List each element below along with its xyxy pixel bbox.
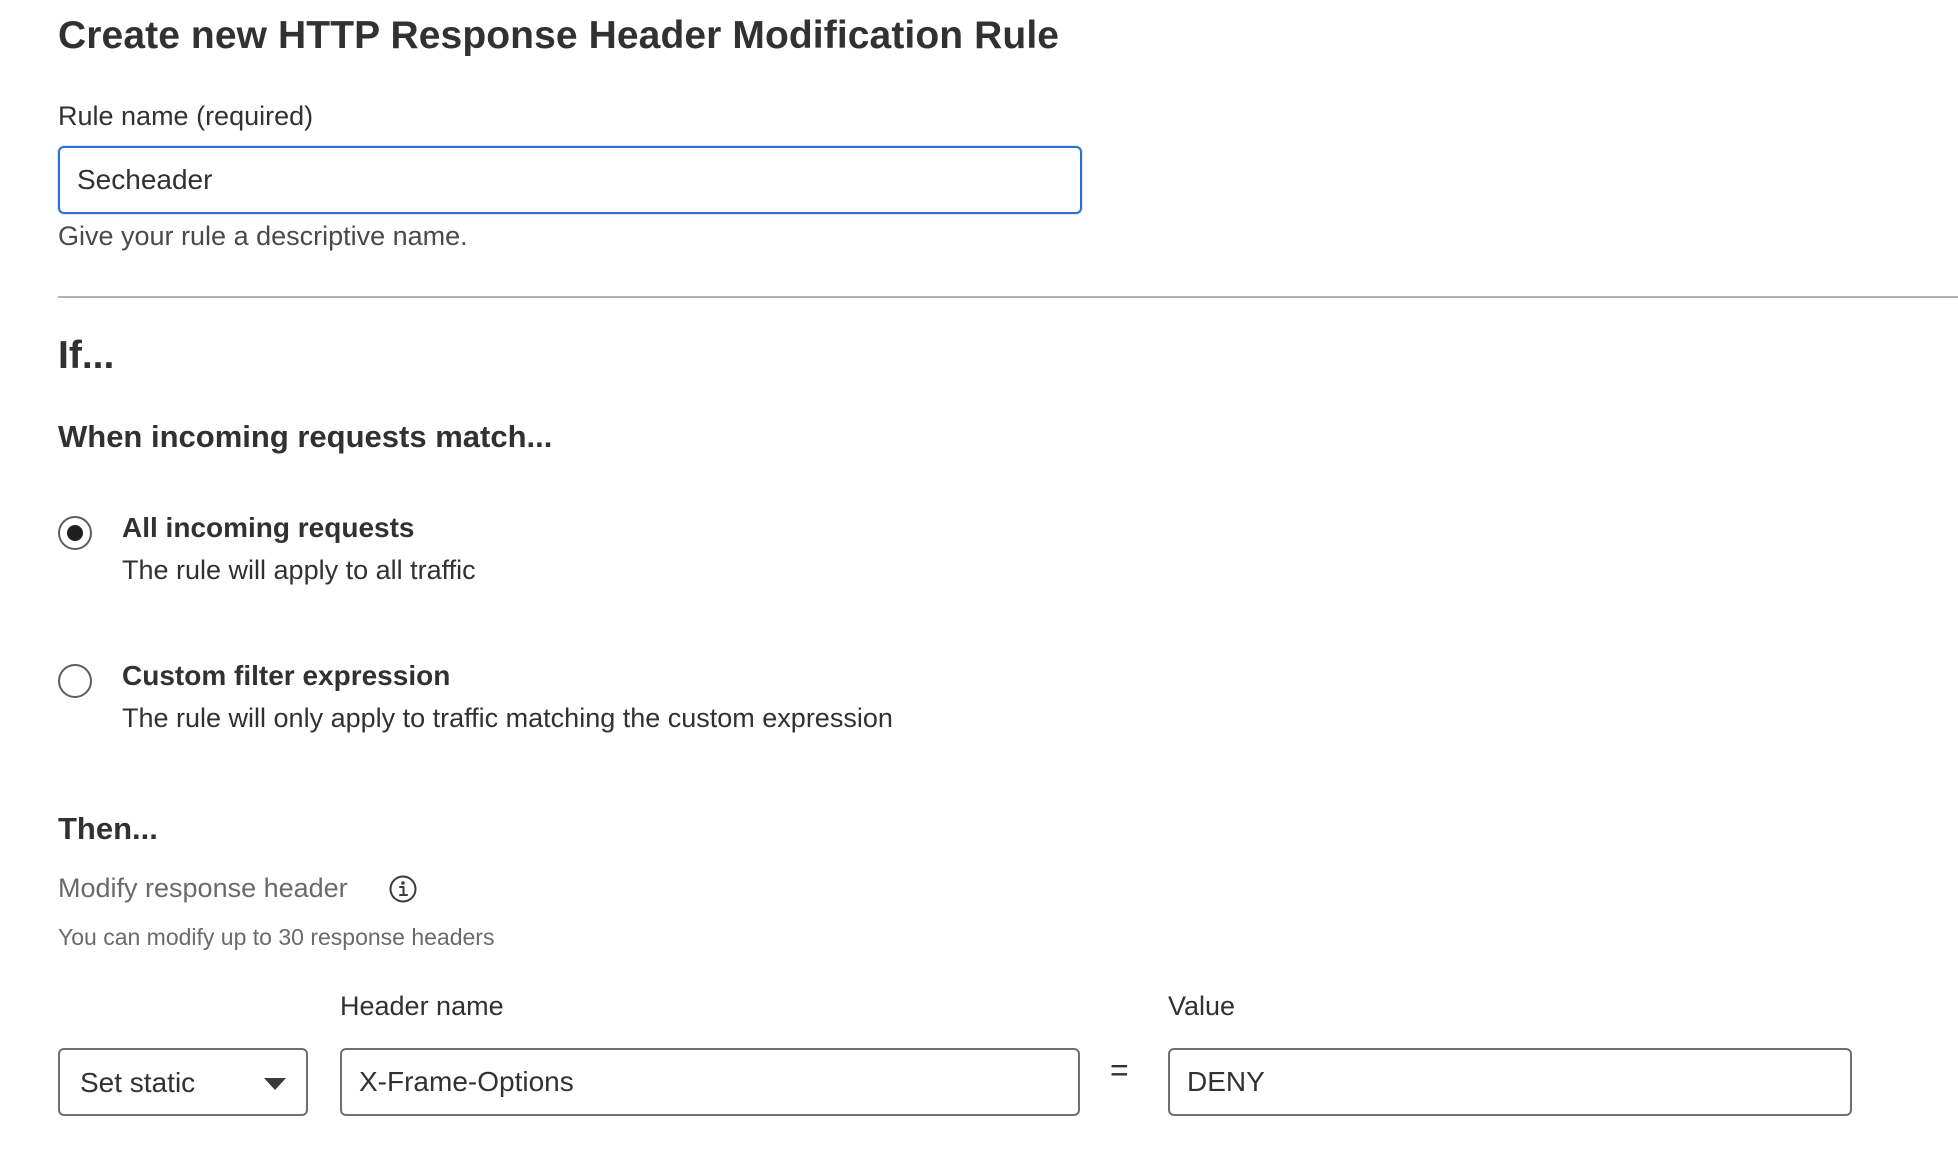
match-subheading: When incoming requests match... [58,419,553,454]
rule-form-page: Create new HTTP Response Header Modifica… [0,0,1958,1156]
equals-sign: = [1110,1052,1129,1088]
rule-name-hint: Give your rule a descriptive name. [58,221,468,251]
header-name-input[interactable] [340,1048,1080,1116]
option-custom-filter-title[interactable]: Custom filter expression [122,660,450,692]
radio-custom-filter-expression[interactable] [58,664,92,698]
modify-response-header-label: Modify response header [58,873,348,903]
option-all-requests-title[interactable]: All incoming requests [122,512,415,544]
section-divider [58,296,1958,298]
info-icon[interactable] [388,874,418,904]
operation-select[interactable]: Set static [58,1048,308,1116]
operation-select-value: Set static [80,1067,196,1098]
option-custom-filter-description: The rule will only apply to traffic matc… [122,703,893,733]
header-name-label: Header name [340,991,504,1021]
then-heading: Then... [58,811,158,846]
radio-all-incoming-requests[interactable] [58,516,92,550]
if-heading: If... [58,334,115,377]
page-title: Create new HTTP Response Header Modifica… [58,14,1060,57]
option-all-requests-description: The rule will apply to all traffic [122,555,476,585]
rule-name-label: Rule name (required) [58,101,314,131]
value-label: Value [1168,991,1236,1021]
header-value-input[interactable] [1168,1048,1852,1116]
chevron-down-icon [264,1078,286,1090]
modify-limit-hint: You can modify up to 30 response headers [58,924,495,950]
rule-name-input[interactable] [58,146,1082,214]
